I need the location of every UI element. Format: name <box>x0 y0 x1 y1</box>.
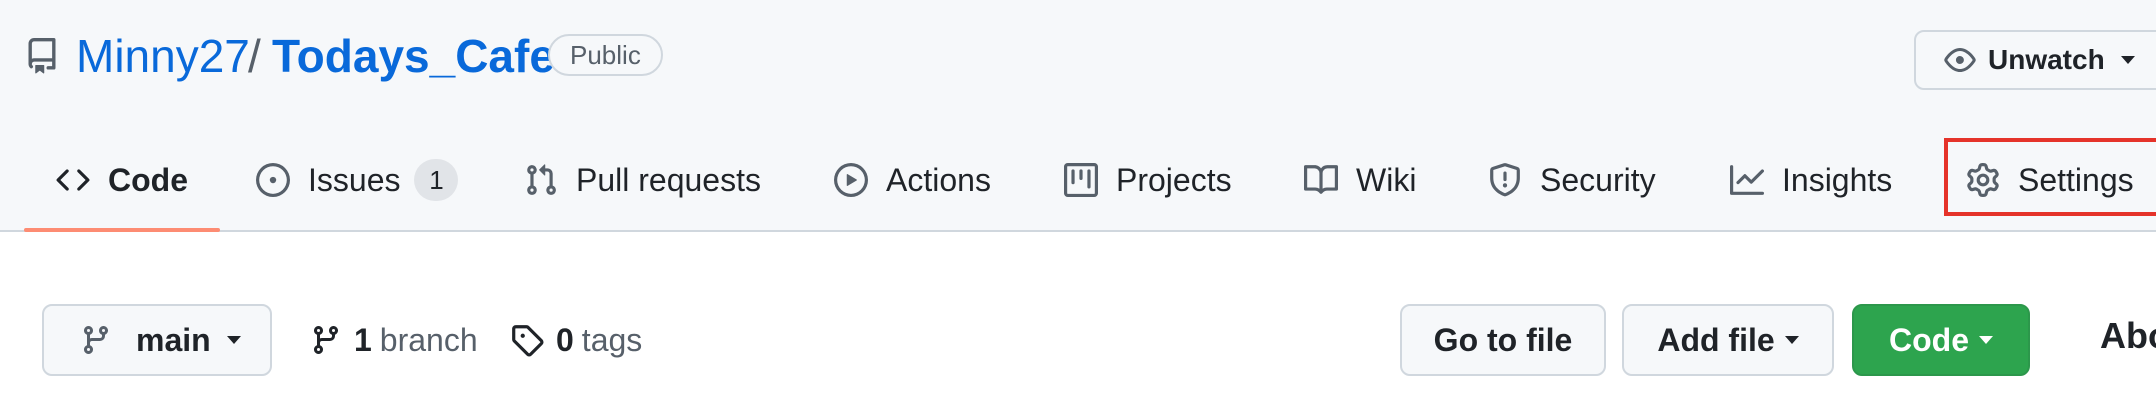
book-icon <box>1304 165 1338 194</box>
branch-count: 1 <box>354 321 372 358</box>
repo-header: Minny27 / Todays_Cafe Public Unwatch Cod… <box>0 0 2156 232</box>
tag-icon <box>512 325 544 357</box>
visibility-badge: Public <box>548 34 663 76</box>
issues-count-badge: 1 <box>414 159 459 201</box>
chevron-down-icon <box>2120 56 2135 64</box>
tab-code[interactable]: Code <box>56 128 188 232</box>
tab-actions-label: Actions <box>886 161 991 198</box>
branch-selector-button[interactable]: main <box>42 304 272 376</box>
path-separator: / <box>248 30 261 82</box>
add-file-button[interactable]: Add file <box>1622 304 1834 376</box>
git-branch-icon <box>313 326 338 355</box>
graph-icon <box>1730 165 1764 195</box>
repo-icon <box>24 34 60 78</box>
tab-pull-requests-label: Pull requests <box>576 161 761 198</box>
tab-pull-requests[interactable]: Pull requests <box>524 128 761 232</box>
tab-security-label: Security <box>1540 161 1656 198</box>
unwatch-button[interactable]: Unwatch <box>1914 30 2156 90</box>
repo-owner-link[interactable]: Minny27 <box>76 24 250 88</box>
play-icon <box>834 163 868 197</box>
issue-opened-icon <box>256 163 290 197</box>
code-download-button[interactable]: Code <box>1852 304 2030 376</box>
tab-wiki-label: Wiki <box>1356 161 1417 198</box>
settings-highlight-box <box>1944 138 2156 216</box>
repo-name-link[interactable]: Todays_Cafe <box>272 24 555 88</box>
tag-count-label: tags <box>581 321 643 358</box>
tab-issues[interactable]: Issues 1 <box>256 128 459 232</box>
code-button-label: Code <box>1889 321 1969 358</box>
add-file-label: Add file <box>1657 321 1775 358</box>
branches-link[interactable]: 1 branch <box>310 312 478 368</box>
about-heading: Abo <box>2100 315 2156 356</box>
repo-nav-tabs: Code Issues 1 Pull requests Actions Proj… <box>0 128 2156 232</box>
tab-wiki[interactable]: Wiki <box>1304 128 1416 232</box>
go-to-file-button[interactable]: Go to file <box>1400 304 1606 376</box>
shield-icon <box>1490 163 1520 197</box>
branch-count-label: branch <box>379 321 478 358</box>
branch-name: main <box>136 321 211 358</box>
active-tab-indicator <box>24 228 220 232</box>
table-icon <box>1064 163 1098 197</box>
tab-insights-label: Insights <box>1782 161 1893 198</box>
chevron-down-icon <box>226 336 241 344</box>
chevron-down-icon <box>1784 336 1799 344</box>
go-to-file-label: Go to file <box>1433 321 1573 358</box>
tab-issues-label: Issues <box>308 161 401 198</box>
tab-projects-label: Projects <box>1116 161 1232 198</box>
eye-icon <box>1944 48 1976 72</box>
tag-count: 0 <box>556 321 574 358</box>
tab-insights[interactable]: Insights <box>1730 128 1892 232</box>
tags-link[interactable]: 0 tags <box>510 312 642 368</box>
git-branch-icon <box>83 326 108 355</box>
unwatch-label: Unwatch <box>1988 44 2105 75</box>
chevron-down-icon <box>1979 336 1993 344</box>
tab-projects[interactable]: Projects <box>1064 128 1232 232</box>
code-icon <box>56 169 90 191</box>
tab-code-label: Code <box>108 161 188 198</box>
tab-security[interactable]: Security <box>1488 128 1656 232</box>
git-pull-request-icon <box>527 164 556 195</box>
tab-actions[interactable]: Actions <box>834 128 991 232</box>
